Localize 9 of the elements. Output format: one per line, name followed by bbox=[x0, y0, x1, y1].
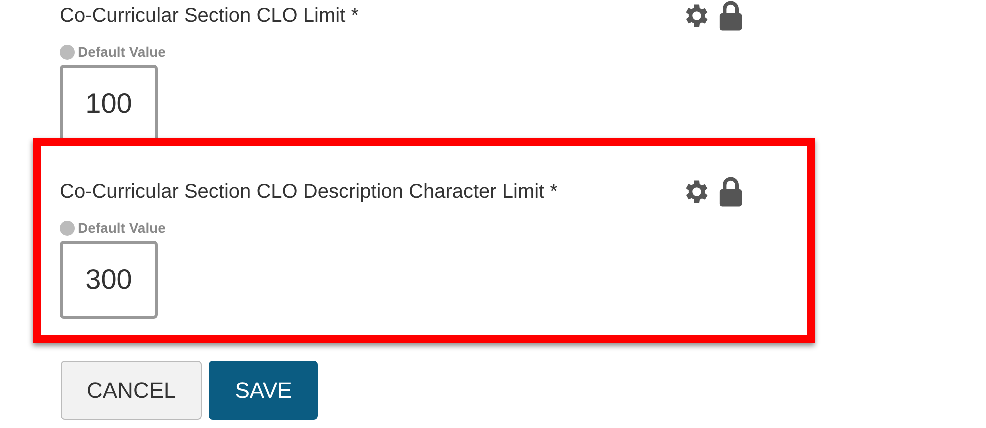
default-value-label: Default Value bbox=[78, 220, 166, 236]
setting-label: Co-Curricular Section CLO Description Character Limit * bbox=[60, 180, 558, 204]
save-button[interactable]: SAVE bbox=[209, 361, 318, 420]
input-field[interactable]: 300 bbox=[60, 241, 158, 319]
setting-label: Co-Curricular Section CLO Limit * bbox=[60, 4, 359, 28]
radio-button[interactable] bbox=[60, 44, 75, 60]
cancel-button[interactable]: CANCEL bbox=[61, 361, 202, 420]
radio-button[interactable] bbox=[60, 220, 75, 236]
default-value-label: Default Value bbox=[78, 44, 166, 60]
